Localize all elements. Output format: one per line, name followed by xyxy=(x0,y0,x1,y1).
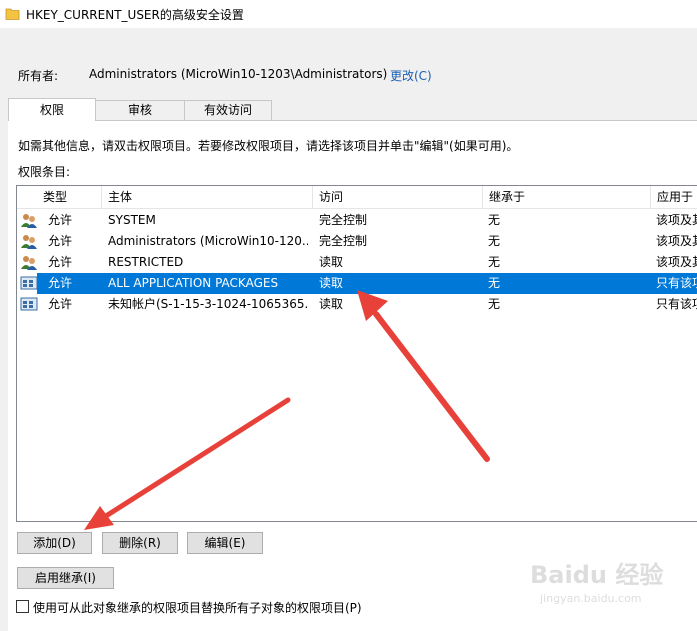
table-row[interactable]: 允许 未知帐户(S-1-15-3-1024-1065365... 读取 无 只有… xyxy=(17,294,697,315)
row-applies-to: 该项及其 xyxy=(656,213,697,227)
row-access: 读取 xyxy=(319,255,344,269)
baidu-watermark: Baidu 经验 jingyan.baidu.com xyxy=(530,555,695,615)
column-header-type[interactable]: 类型 xyxy=(37,186,102,208)
info-text: 如需其他信息，请双击权限项目。若要修改权限项目，请选择该项目并单击"编辑"(如果… xyxy=(18,139,519,153)
owner-value: Administrators (MicroWin10-1203\Administ… xyxy=(89,67,388,81)
row-inherited-from: 无 xyxy=(488,234,501,248)
row-principal: Administrators (MicroWin10-120... xyxy=(108,234,308,248)
row-inherited-from: 无 xyxy=(488,255,501,269)
row-inherited-from: 无 xyxy=(488,213,501,227)
column-header-access[interactable]: 访问 xyxy=(313,186,483,208)
row-inherited-from: 无 xyxy=(488,276,501,290)
row-inherited-from: 无 xyxy=(488,297,501,311)
owner-label: 所有者: xyxy=(18,69,59,83)
row-type: 允许 xyxy=(48,276,73,290)
watermark-text: Baidu 经验 xyxy=(530,561,664,589)
tab-permissions[interactable]: 权限 xyxy=(8,98,96,121)
row-type: 允许 xyxy=(48,234,73,248)
permission-entries-label: 权限条目: xyxy=(18,165,71,179)
users-icon xyxy=(21,214,37,228)
window-title: HKEY_CURRENT_USER的高级安全设置 xyxy=(26,8,244,22)
row-type: 允许 xyxy=(48,255,73,269)
row-applies-to: 只有该项 xyxy=(656,297,697,311)
title-bar: HKEY_CURRENT_USER的高级安全设置 xyxy=(0,0,697,28)
add-button[interactable]: 添加(D) xyxy=(17,532,92,554)
tab-effective-access[interactable]: 有效访问 xyxy=(184,100,272,120)
folder-icon xyxy=(5,8,20,20)
row-principal: 未知帐户(S-1-15-3-1024-1065365... xyxy=(108,297,308,311)
users-icon xyxy=(21,235,37,249)
row-access: 完全控制 xyxy=(319,234,368,248)
list-header: 类型 主体 访问 继承于 应用于 xyxy=(17,186,697,209)
table-row[interactable]: 允许 RESTRICTED 读取 无 该项及其 xyxy=(17,252,697,273)
row-applies-to: 该项及其 xyxy=(656,255,697,269)
enable-inheritance-button[interactable]: 启用继承(I) xyxy=(17,567,114,589)
users-icon xyxy=(21,256,37,270)
edit-button[interactable]: 编辑(E) xyxy=(187,532,263,554)
row-access: 读取 xyxy=(319,297,344,311)
watermark-subtext: jingyan.baidu.com xyxy=(540,592,642,605)
row-principal: RESTRICTED xyxy=(108,255,184,269)
row-applies-to: 该项及其 xyxy=(656,234,697,248)
row-type: 允许 xyxy=(48,297,73,311)
row-applies-to: 只有该项 xyxy=(656,276,697,290)
table-row-selected[interactable]: 允许 ALL APPLICATION PACKAGES 读取 无 只有该项 xyxy=(17,273,697,294)
table-row[interactable]: 允许 SYSTEM 完全控制 无 该项及其 xyxy=(17,210,697,231)
column-header-principal[interactable]: 主体 xyxy=(102,186,313,208)
table-row[interactable]: 允许 Administrators (MicroWin10-120... 完全控… xyxy=(17,231,697,252)
row-access: 读取 xyxy=(319,276,344,290)
column-header-applies-to[interactable]: 应用于 xyxy=(651,186,697,208)
package-icon xyxy=(20,276,38,290)
replace-child-permissions-label: 使用可从此对象继承的权限项目替换所有子对象的权限项目(P) xyxy=(33,601,362,615)
row-principal: SYSTEM xyxy=(108,213,156,227)
replace-child-permissions-checkbox[interactable] xyxy=(16,600,29,613)
package-icon xyxy=(20,297,38,311)
remove-button[interactable]: 删除(R) xyxy=(102,532,178,554)
permission-entries-list[interactable]: 类型 主体 访问 继承于 应用于 允许 SYSTEM 完全控制 无 该项及其 允… xyxy=(16,185,697,522)
row-principal: ALL APPLICATION PACKAGES xyxy=(108,276,279,290)
row-access: 完全控制 xyxy=(319,213,368,227)
column-header-inherited-from[interactable]: 继承于 xyxy=(483,186,651,208)
row-type: 允许 xyxy=(48,213,73,227)
change-owner-link[interactable]: 更改(C) xyxy=(390,67,432,84)
tab-auditing[interactable]: 审核 xyxy=(95,100,185,120)
